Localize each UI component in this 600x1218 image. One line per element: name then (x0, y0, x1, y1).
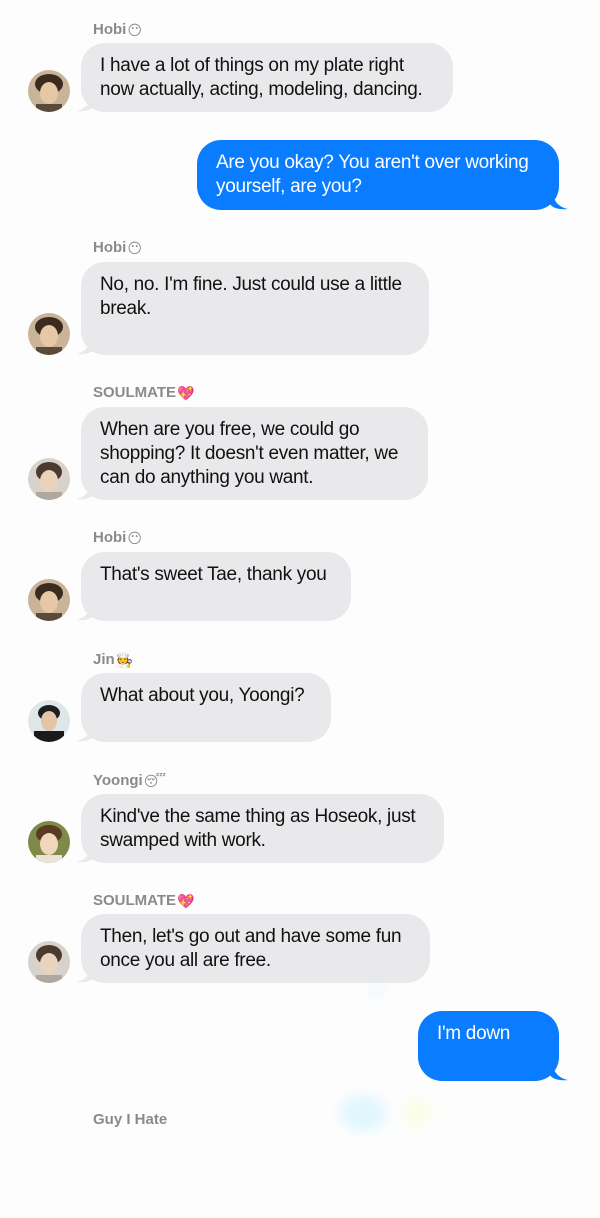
message-bubble-incoming[interactable]: That's sweet Tae, thank you (81, 552, 351, 621)
sender-label: Hobi 😶 (93, 239, 142, 256)
sender-label: Hobi 😶 (93, 529, 142, 546)
sender-label: Hobi 😶 (93, 21, 142, 38)
avatar-hobi[interactable] (28, 70, 70, 112)
sender-name: SOULMATE (93, 892, 177, 909)
message-bubble-outgoing[interactable]: Are you okay? You aren't over working yo… (197, 140, 559, 210)
sender-label: SOULMATE 💖 (93, 892, 195, 909)
sender-name: Yoongi (93, 772, 143, 789)
sender-emoji: 💖 (177, 892, 195, 909)
background-blur (340, 1095, 386, 1131)
sender-name: Hobi (93, 239, 127, 256)
sender-emoji: 💖 (177, 384, 195, 401)
sender-emoji: 😴 (143, 772, 167, 789)
avatar-hobi[interactable] (28, 579, 70, 621)
message-bubble-incoming[interactable]: When are you free, we could go shopping?… (81, 407, 428, 500)
avatar-yoongi[interactable] (28, 821, 70, 863)
sender-emoji: 😶 (127, 239, 142, 256)
background-blur (405, 1100, 429, 1128)
sender-name: Guy I Hate (93, 1111, 168, 1128)
sender-label: Yoongi 😴 (93, 772, 166, 789)
sender-name: Jin (93, 651, 115, 668)
sender-label: Guy I Hate (93, 1111, 167, 1128)
message-bubble-incoming[interactable]: What about you, Yoongi? (81, 673, 331, 742)
sender-emoji: 😶 (127, 529, 142, 546)
message-bubble-incoming[interactable]: Kind've the same thing as Hoseok, just s… (81, 794, 444, 863)
sender-label: Jin 🧑‍🍳 (93, 651, 133, 668)
sender-emoji: 🧑‍🍳 (115, 651, 134, 668)
avatar-soulmate[interactable] (28, 941, 70, 983)
sender-name: Hobi (93, 529, 127, 546)
message-bubble-incoming[interactable]: I have a lot of things on my plate right… (81, 43, 453, 112)
sender-name: SOULMATE (93, 384, 177, 401)
message-bubble-incoming[interactable]: Then, let's go out and have some fun onc… (81, 914, 430, 983)
sender-emoji: 😶 (127, 21, 142, 38)
message-bubble-outgoing[interactable]: I'm down (418, 1011, 559, 1081)
message-bubble-incoming[interactable]: No, no. I'm fine. Just could use a littl… (81, 262, 429, 355)
sender-name: Hobi (93, 21, 127, 38)
background-blur (370, 985, 384, 997)
avatar-soulmate[interactable] (28, 458, 70, 500)
avatar-hobi[interactable] (28, 313, 70, 355)
avatar-jin[interactable] (28, 700, 70, 742)
sender-label: SOULMATE 💖 (93, 384, 195, 401)
